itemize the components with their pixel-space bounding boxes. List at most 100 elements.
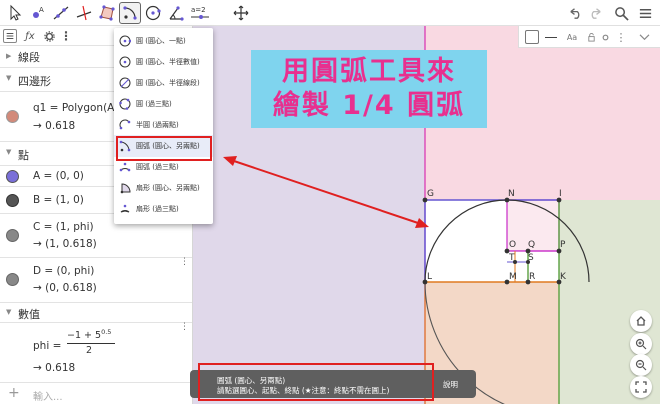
settings-button[interactable] [599,30,611,44]
label-O: O [509,240,516,250]
redo-button[interactable] [586,3,606,23]
tooltip-help-link[interactable]: 說明 [443,379,458,390]
highlight-tooltip [198,363,434,401]
sector-icon [120,183,131,194]
search-button[interactable] [611,3,631,23]
tool-circle-center-radius[interactable]: 圓 (圓心、半徑數值) [114,51,213,73]
zoom-out-icon [635,359,647,371]
algebra-input-bar[interactable]: + 輸入... [0,382,192,404]
svg-text:A: A [39,6,44,14]
algebra-row-phi[interactable]: phi = −1 + 50.5 2 → 0.618 ⋮ [0,323,192,376]
banner-line-2: 繪製 1/4 圓弧 [272,90,466,121]
label-T: T [508,253,515,263]
circumcircular-arc-icon [119,162,131,172]
row-more-icon[interactable]: ⋮ [180,258,189,267]
row-value: → (0, 0.618) [33,282,97,294]
phi-denominator: 2 [86,345,93,356]
more-vertical-icon: ⋮ [615,30,627,44]
tool-sector-center-two-points[interactable]: 扇形 (圓心、另兩點) [114,177,213,199]
phi-lhs: phi = [33,340,62,352]
row-definition: B = (1, 0) [33,194,84,206]
menu-icon [639,8,651,18]
row-value: → (1, 0.618) [33,238,97,250]
circle-radius-icon [119,56,131,68]
visibility-toggle[interactable] [6,229,19,242]
group-number[interactable]: ▼ 數值 [0,303,192,323]
label-P: P [560,240,566,250]
lock-icon [587,32,595,42]
fullscreen-button[interactable] [630,376,652,398]
gear-icon [43,30,55,42]
visibility-toggle[interactable] [6,170,19,183]
cursor-arrow-icon [10,4,22,21]
point-tool-button[interactable]: A [27,2,49,24]
point-icon: A [33,6,44,18]
expand-caret-icon: ▼ [6,148,12,156]
row-more-icon[interactable]: ⋮ [180,323,189,332]
algebra-settings-button[interactable] [42,29,56,43]
color-swatch-button[interactable] [525,30,539,44]
algebra-more-button[interactable]: ⋮ [60,28,72,43]
lock-button[interactable] [585,30,597,44]
algebra-row-D[interactable]: D = (0, phi) → (0, 0.618) ⋮ [0,258,192,303]
angle-tool-button[interactable] [165,2,187,24]
circle-tools-dropdown: 圓 (圓心、一點) 圓 (圓心、半徑數值) 圓 (圓心、半徑線段) 圓 (過三點… [114,28,213,224]
tool-circle-center-point[interactable]: 圓 (圓心、一點) [114,30,213,52]
graphics-view[interactable]: G N I O Q P T S M R K L 用圓弧工具來 繪製 1/4 圓弧 [193,26,660,404]
row-definition: q1 = Polygon(A, [33,102,118,114]
home-icon [636,316,646,326]
tool-compass[interactable]: 圓 (圓心、半徑線段) [114,72,213,94]
circle-center-point-icon [119,35,131,47]
move-view-tool-button[interactable] [230,2,252,24]
group-label: 點 [18,149,29,162]
home-view-button[interactable] [630,310,652,332]
slider-tool-button[interactable]: a=2 [188,2,212,24]
label-G: G [427,189,434,199]
banner-line-1: 用圓弧工具來 [282,56,456,87]
row-definition: D = (0, phi) [33,265,95,277]
expand-caret-icon: ▼ [6,308,12,316]
visibility-toggle[interactable] [6,110,19,123]
phi-numerator: −1 + 50.5 [67,328,112,342]
visibility-toggle[interactable] [6,194,19,207]
move-tool-button[interactable] [4,2,26,24]
label-L: L [427,272,432,282]
zoom-out-button[interactable] [630,354,652,376]
undo-icon [569,7,579,19]
circle-three-points-icon [119,98,131,110]
label-S: S [528,253,534,263]
style-bar-toggle-button[interactable] [633,30,655,44]
label-R: R [529,272,535,282]
zoom-in-button[interactable] [630,333,652,355]
label-M: M [509,272,517,282]
label-style-button[interactable]: Aa [565,30,579,44]
tool-circle-three-points[interactable]: 圓 (過三點) [114,93,213,115]
style-bar-more-button[interactable]: ⋮ [615,30,627,44]
expand-caret-icon: ▼ [6,74,12,82]
fraction-bar [67,343,115,344]
undo-button[interactable] [564,3,584,23]
slider-icon: a=2 [191,6,209,19]
plus-icon[interactable]: + [8,385,20,401]
visibility-toggle[interactable] [6,273,19,286]
row-value: → 0.618 [33,120,76,132]
more-vertical-icon: ⋮ [60,28,72,43]
circumcircular-sector-icon [120,204,130,213]
perpendicular-tool-button[interactable] [73,2,95,24]
tool-sector-three-points[interactable]: 扇形 (過三點) [114,198,213,220]
circle-tool-button[interactable] [142,2,164,24]
main-menu-button[interactable] [635,3,655,23]
algebra-description-button[interactable]: ƒx [22,29,38,43]
label-I: I [559,189,562,199]
label-N: N [508,189,515,199]
group-label: 數值 [18,308,40,321]
style-bar: Aa ⋮ [518,26,660,48]
geogebra-app: A a=2 ƒx ⋮ ▶ 線段 ▼ 四邊形 q1 = Polygon(A, → … [0,0,660,404]
line-tool-button[interactable] [50,2,72,24]
algebra-sort-button[interactable] [3,29,17,43]
tool-semicircle[interactable]: 半圓 (過兩點) [114,114,213,136]
circle-arc-tool-button[interactable] [119,2,141,24]
line-style-button[interactable] [543,30,559,44]
row-definition: A = (0, 0) [33,170,84,182]
polygon-tool-button[interactable] [96,2,118,24]
